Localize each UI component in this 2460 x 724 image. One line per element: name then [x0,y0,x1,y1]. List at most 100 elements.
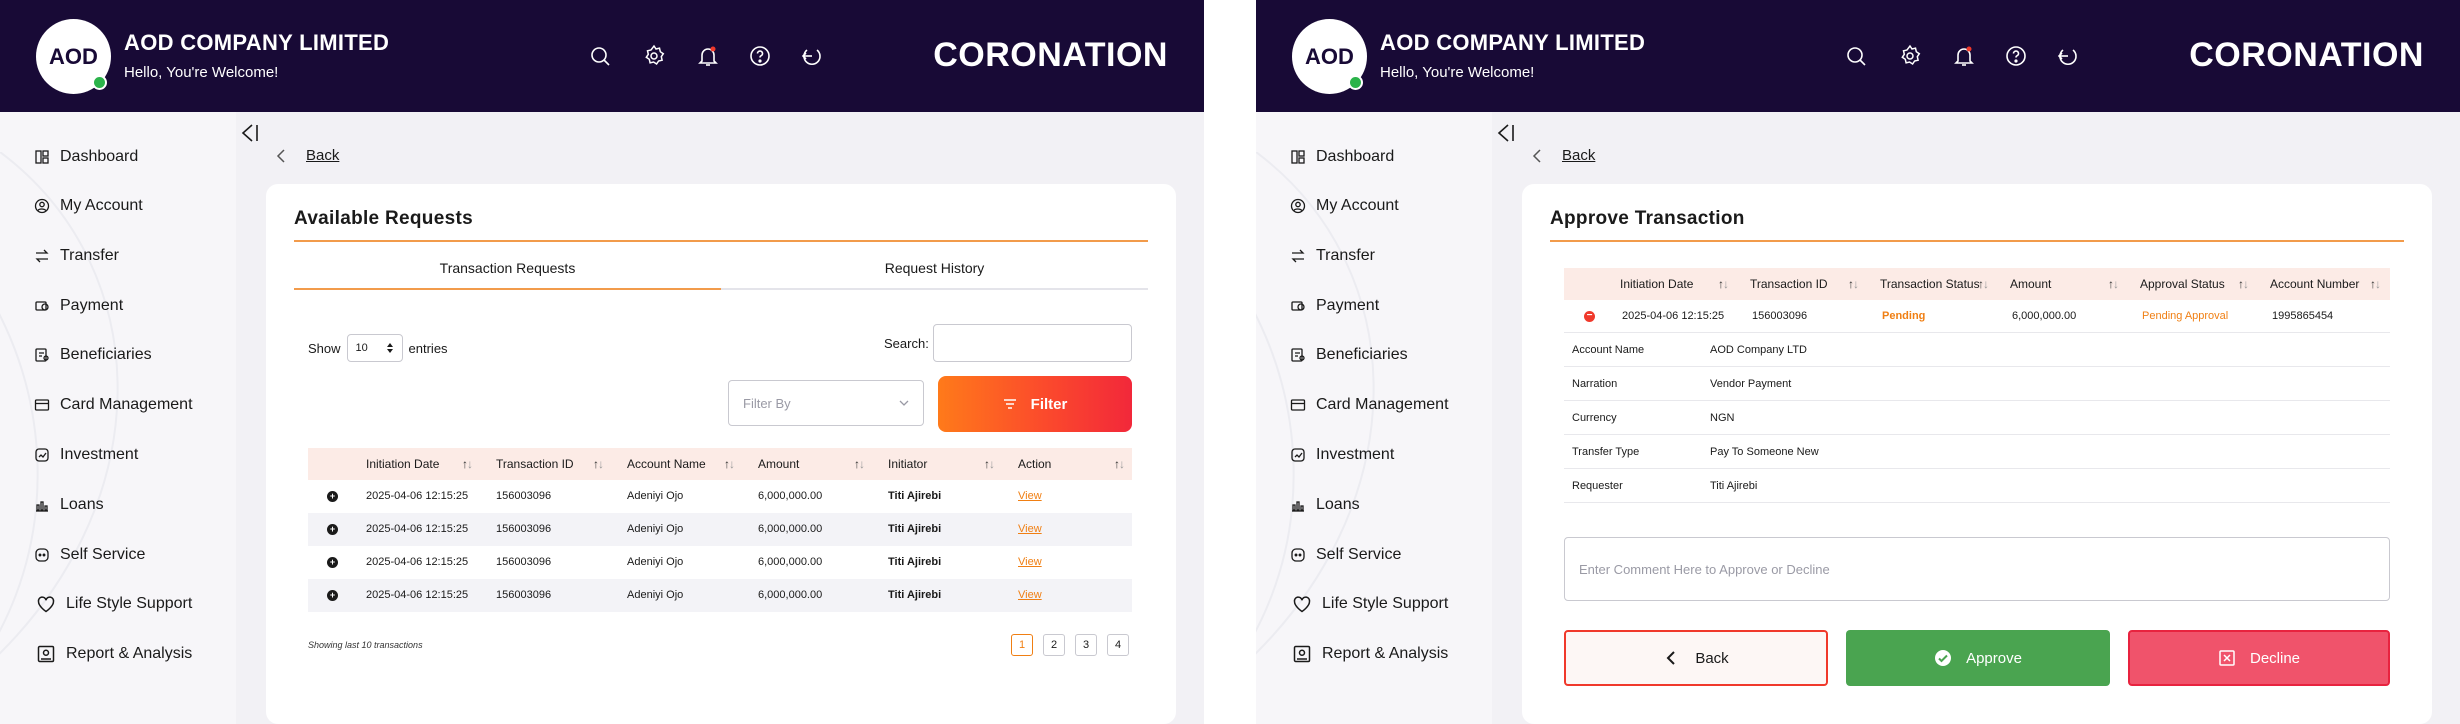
back-label: Back [1562,147,1596,164]
filter-by-select[interactable]: Filter By [728,380,924,426]
sort-icon[interactable]: ↑↓ [1114,448,1125,480]
search-input[interactable] [933,324,1132,362]
page-button-3[interactable]: 3 [1075,634,1097,656]
sidebar-item-transfer[interactable]: Transfer [34,243,119,269]
sort-icon[interactable]: ↑↓ [462,448,473,480]
tab-transaction-requests[interactable]: Transaction Requests [294,260,721,276]
back-button[interactable]: Back [1564,630,1828,686]
sidebar-item-dashboard[interactable]: Dashboard [34,144,138,170]
sidebar-item-card-management[interactable]: Card Management [1290,392,1449,418]
help-icon[interactable] [746,42,774,70]
page-button-1[interactable]: 1 [1011,634,1033,656]
dashboard-icon [1291,150,1305,164]
back-button-label: Back [1695,649,1729,667]
column-header[interactable]: Initiation Date [366,448,439,480]
settings-icon[interactable] [1896,42,1924,70]
sort-icon[interactable]: ↑↓ [984,448,995,480]
view-link[interactable]: View [1018,579,1042,612]
sidebar-item-report-analysis[interactable]: Report & Analysis [36,641,192,667]
table-row[interactable]: + 2025-04-06 12:15:25 156003096 Adeniyi … [308,579,1132,612]
sort-icon[interactable]: ↑↓ [1718,268,1729,300]
column-header[interactable]: Transaction ID [496,448,574,480]
detail-label: Account Name [1572,344,1645,356]
column-header[interactable]: Amount [2010,268,2051,300]
sidebar-item-transfer[interactable]: Transfer [1290,243,1375,269]
column-header[interactable]: Transaction Status [1880,268,1980,300]
back-link[interactable]: Back [276,147,339,164]
approve-transaction-card: Approve Transaction Initiation Date ↑↓ T… [1522,184,2432,724]
sort-icon[interactable]: ↑↓ [724,448,735,480]
expand-row-icon[interactable]: + [327,491,338,502]
collapse-row-icon[interactable]: − [1584,311,1595,322]
sidebar-item-my-account[interactable]: My Account [34,193,143,219]
column-header[interactable]: Transaction ID [1750,268,1828,300]
stepper-icon [386,343,393,353]
sidebar-item-life-style-support[interactable]: Life Style Support [36,591,192,617]
column-header[interactable]: Amount [758,448,799,480]
help-icon[interactable] [2002,42,2030,70]
column-header[interactable]: Action [1018,448,1051,480]
collapse-sidebar-icon[interactable] [238,122,260,144]
view-link[interactable]: View [1018,546,1042,579]
column-header[interactable]: Account Name [627,448,706,480]
notification-bell-icon[interactable] [1950,42,1978,70]
column-header[interactable]: Account Number [2270,268,2359,300]
table-header: Initiation Date ↑↓ Transaction ID ↑↓ Acc… [308,448,1132,480]
detail-value: Pay To Someone New [1710,446,1819,458]
sort-icon[interactable]: ↑↓ [2370,268,2381,300]
sidebar-item-dashboard[interactable]: Dashboard [1290,144,1394,170]
column-header[interactable]: Initiation Date [1620,268,1693,300]
sidebar-item-payment[interactable]: Payment [1290,293,1379,319]
sidebar-item-my-account[interactable]: My Account [1290,193,1399,219]
loans-icon [36,501,48,512]
sidebar-item-life-style-support[interactable]: Life Style Support [1292,591,1448,617]
search-icon[interactable] [1842,42,1870,70]
comment-input[interactable] [1564,537,2390,601]
filter-button-label: Filter [1030,395,1068,413]
search-icon[interactable] [586,42,614,70]
sidebar-item-investment[interactable]: Investment [1290,442,1394,468]
sidebar-item-report-analysis[interactable]: Report & Analysis [1292,641,1448,667]
sort-icon[interactable]: ↑↓ [593,448,604,480]
sidebar-item-self-service[interactable]: Self Service [1290,542,1401,568]
sort-icon[interactable]: ↑↓ [1978,268,1989,300]
sort-icon[interactable]: ↑↓ [1848,268,1859,300]
table-row[interactable]: + 2025-04-06 12:15:25 156003096 Adeniyi … [308,546,1132,579]
expand-row-icon[interactable]: + [327,524,338,535]
sidebar-item-loans[interactable]: Loans [34,492,104,518]
notification-bell-icon[interactable] [694,42,722,70]
filter-button[interactable]: Filter [938,376,1132,432]
view-link[interactable]: View [1018,513,1042,546]
sidebar-item-loans[interactable]: Loans [1290,492,1360,518]
page-button-2[interactable]: 2 [1043,634,1065,656]
column-header[interactable]: Initiator [888,448,927,480]
logout-icon[interactable] [2054,42,2082,70]
sidebar-item-self-service[interactable]: Self Service [34,542,145,568]
settings-icon[interactable] [640,42,668,70]
sort-icon[interactable]: ↑↓ [854,448,865,480]
entries-select[interactable]: 10 [346,334,403,362]
sort-icon[interactable]: ↑↓ [2108,268,2119,300]
available-requests-screen: AOD AOD COMPANY LIMITED Hello, You're We… [0,0,1204,724]
collapse-sidebar-icon[interactable] [1494,122,1516,144]
sidebar-item-label: Investment [1316,446,1395,463]
transaction-row[interactable]: − 2025-04-06 12:15:25 156003096 Pending … [1564,300,2390,333]
sidebar-item-investment[interactable]: Investment [34,442,138,468]
page-button-4[interactable]: 4 [1107,634,1129,656]
back-link[interactable]: Back [1532,147,1595,164]
view-link[interactable]: View [1018,480,1042,513]
sidebar-item-beneficiaries[interactable]: Beneficiaries [34,342,152,368]
expand-row-icon[interactable]: + [327,557,338,568]
sort-icon[interactable]: ↑↓ [2238,268,2249,300]
logout-icon[interactable] [798,42,826,70]
expand-row-icon[interactable]: + [327,590,338,601]
table-row[interactable]: + 2025-04-06 12:15:25 156003096 Adeniyi … [308,480,1132,513]
sidebar-item-beneficiaries[interactable]: Beneficiaries [1290,342,1408,368]
approve-button[interactable]: Approve [1846,630,2110,686]
decline-button[interactable]: Decline [2128,630,2390,686]
sidebar-item-card-management[interactable]: Card Management [34,392,193,418]
table-row[interactable]: + 2025-04-06 12:15:25 156003096 Adeniyi … [308,513,1132,546]
sidebar-item-payment[interactable]: Payment [34,293,123,319]
column-header[interactable]: Approval Status [2140,268,2225,300]
tab-request-history[interactable]: Request History [721,260,1148,276]
